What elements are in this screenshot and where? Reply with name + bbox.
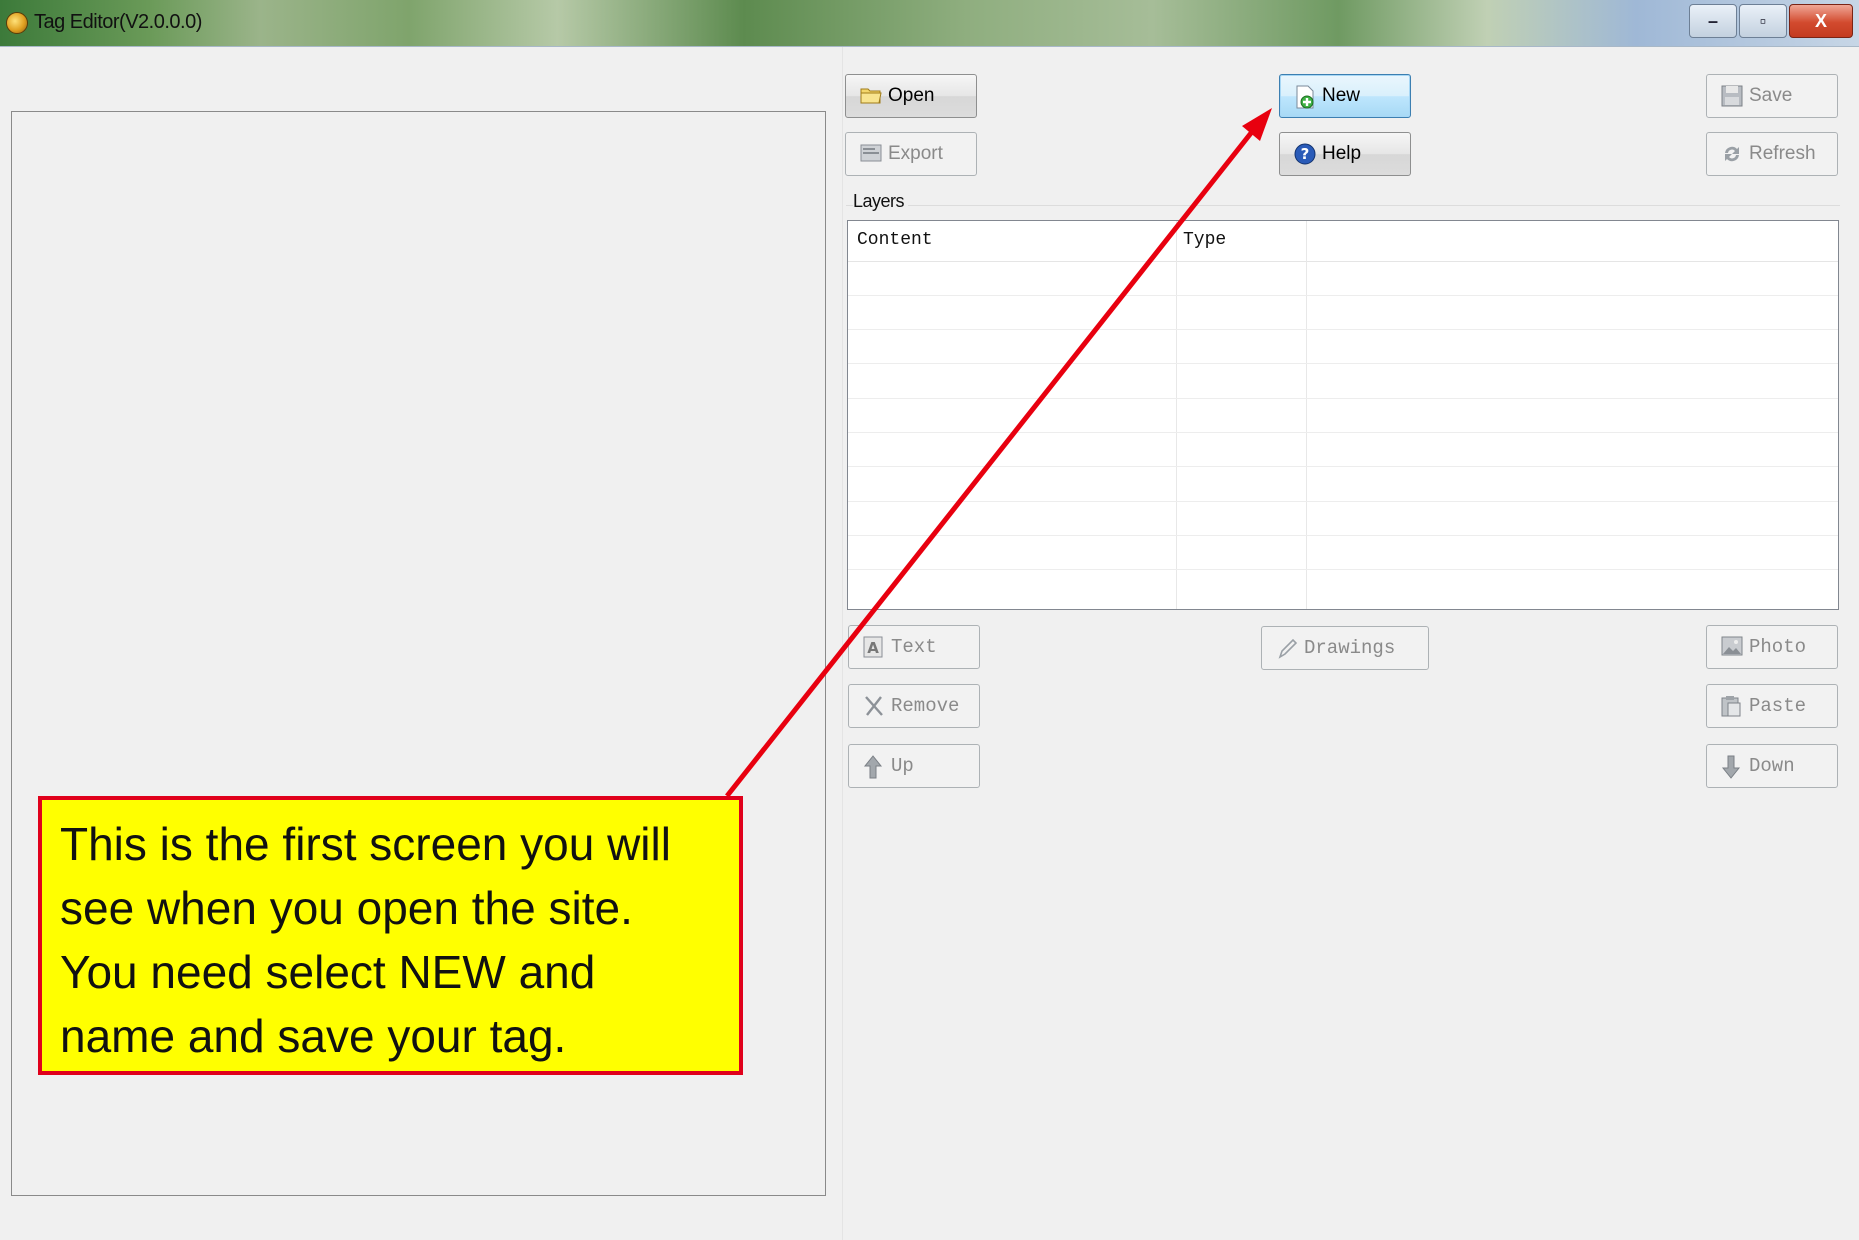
text-label: Text: [891, 636, 937, 658]
remove-x-icon: [863, 695, 885, 717]
title-bar: Tag Editor(V2.0.0.0) – ▫ X: [0, 0, 1859, 47]
svg-text:A: A: [867, 639, 879, 657]
photo-icon: [1721, 636, 1743, 658]
grid-row-line: [848, 329, 1838, 330]
grid-row-line: [848, 432, 1838, 433]
column-header-content[interactable]: Content: [857, 230, 933, 250]
save-disk-icon: [1721, 85, 1743, 107]
photo-label: Photo: [1749, 636, 1807, 658]
add-photo-button[interactable]: Photo: [1706, 625, 1838, 669]
grid-row-line: [848, 398, 1838, 399]
new-button[interactable]: New: [1279, 74, 1411, 118]
column-divider: [1306, 221, 1307, 609]
help-icon: ?: [1294, 143, 1316, 165]
up-label: Up: [891, 755, 914, 777]
arrow-down-icon: [1721, 755, 1743, 779]
refresh-label: Refresh: [1749, 143, 1816, 164]
export-icon: [860, 143, 882, 165]
add-drawings-button[interactable]: Drawings: [1261, 626, 1429, 670]
grid-row-line: [848, 501, 1838, 502]
grid-row-line: [848, 466, 1838, 467]
arrow-up-icon: [863, 755, 885, 779]
layers-label: Layers: [853, 191, 909, 212]
column-divider: [1176, 221, 1177, 609]
grid-row-line: [848, 569, 1838, 570]
maximize-button[interactable]: ▫: [1739, 4, 1787, 38]
folder-icon: [860, 85, 882, 107]
move-up-button[interactable]: Up: [848, 744, 980, 788]
grid-row-line: [848, 295, 1838, 296]
column-header-type[interactable]: Type: [1183, 230, 1226, 250]
callout-line: see when you open the site.: [60, 882, 633, 934]
layers-group-border: [846, 205, 1840, 206]
help-label: Help: [1322, 143, 1362, 164]
close-icon: X: [1814, 10, 1827, 31]
clipboard-icon: [1721, 695, 1743, 717]
new-document-icon: [1294, 85, 1316, 109]
minimize-icon: –: [1707, 10, 1718, 31]
layers-grid-header: Content Type: [848, 221, 1838, 262]
new-label: New: [1322, 85, 1361, 106]
open-label: Open: [888, 85, 935, 106]
svg-text:?: ?: [1301, 145, 1310, 163]
export-button[interactable]: Export: [845, 132, 977, 176]
save-label: Save: [1749, 85, 1793, 106]
minimize-button[interactable]: –: [1689, 4, 1737, 38]
layers-grid[interactable]: Content Type: [847, 220, 1839, 610]
callout-line: name and save your tag.: [60, 1010, 567, 1062]
pencil-icon: [1276, 637, 1298, 659]
window-controls: – ▫ X: [1689, 4, 1853, 38]
open-button[interactable]: Open: [845, 74, 977, 118]
window-title: Tag Editor(V2.0.0.0): [34, 11, 202, 33]
remove-label: Remove: [891, 695, 960, 717]
refresh-icon: [1721, 143, 1743, 165]
callout-line: You need select NEW and: [60, 946, 596, 998]
help-button[interactable]: ? Help: [1279, 132, 1411, 176]
grid-row-line: [848, 535, 1838, 536]
panel-divider: [842, 47, 843, 1240]
close-button[interactable]: X: [1789, 4, 1853, 38]
save-button[interactable]: Save: [1706, 74, 1838, 118]
export-label: Export: [888, 143, 943, 164]
app-icon: [6, 12, 28, 34]
text-icon: A: [863, 636, 885, 658]
maximize-icon: ▫: [1759, 10, 1767, 31]
instruction-callout: This is the first screen you will see wh…: [38, 796, 743, 1075]
down-label: Down: [1749, 755, 1795, 777]
add-text-button[interactable]: A Text: [848, 625, 980, 669]
refresh-button[interactable]: Refresh: [1706, 132, 1838, 176]
paste-button[interactable]: Paste: [1706, 684, 1838, 728]
move-down-button[interactable]: Down: [1706, 744, 1838, 788]
callout-line: This is the first screen you will: [60, 818, 671, 870]
drawings-label: Drawings: [1304, 637, 1396, 659]
paste-label: Paste: [1749, 695, 1807, 717]
remove-button[interactable]: Remove: [848, 684, 980, 728]
grid-row-line: [848, 363, 1838, 364]
